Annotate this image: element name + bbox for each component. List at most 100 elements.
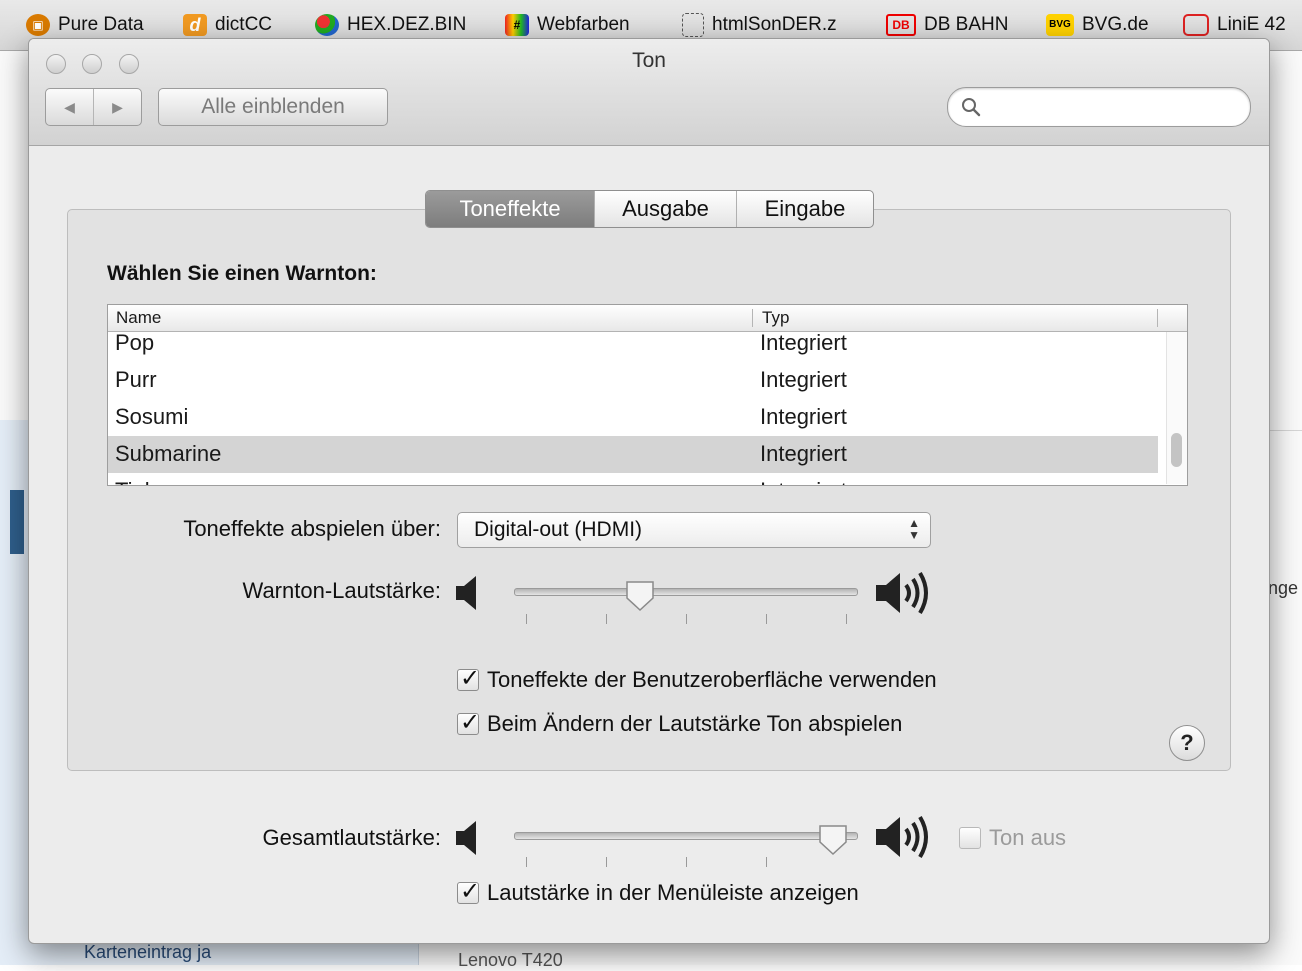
checkbox-box[interactable]: ✓ <box>457 878 480 905</box>
background-text-bottom: Lenovo T420 <box>458 950 563 970</box>
slider-tick <box>526 614 527 624</box>
table-body: Pop Integriert Purr Integriert Sosumi In… <box>108 325 1158 485</box>
output-volume-knob[interactable] <box>818 824 848 856</box>
alert-volume-knob[interactable] <box>625 580 655 612</box>
bookmark-label: Webfarben <box>537 14 630 35</box>
column-separator <box>752 309 753 327</box>
slider-tick <box>606 614 607 624</box>
background-tab <box>10 490 24 554</box>
sound-name: Purr <box>115 367 157 392</box>
output-volume-track[interactable] <box>514 832 858 840</box>
bookmark-pure-data[interactable]: ▣ Pure Data <box>26 10 144 40</box>
playback-device-popup[interactable]: Digital-out (HDMI) ▲ ▼ <box>457 512 931 548</box>
table-row-selected[interactable]: Submarine Integriert <box>108 436 1158 473</box>
bookmark-webfarben[interactable]: # Webfarben <box>505 10 630 40</box>
forward-button[interactable]: ▶ <box>93 89 141 125</box>
pure-data-icon: ▣ <box>26 14 50 36</box>
table-scrollbar[interactable] <box>1166 332 1187 484</box>
slider-tick <box>686 857 687 867</box>
ui-sound-effects-checkbox[interactable]: ✓ Toneffekte der Benutzeroberfläche verw… <box>457 665 937 693</box>
column-header-type[interactable]: Typ <box>762 308 789 328</box>
sound-name: Sosumi <box>115 404 189 429</box>
background-text-left: Karteneintrag ja <box>84 942 212 962</box>
forward-arrow-icon: ▶ <box>112 98 123 115</box>
search-field[interactable] <box>947 87 1251 127</box>
bookmark-label: HEX.DEZ.BIN <box>347 14 467 35</box>
checkbox-label: Beim Ändern der Lautstärke Ton abspielen <box>487 711 903 736</box>
sound-type: Integriert <box>760 478 847 485</box>
column-separator <box>1157 309 1158 327</box>
slider-tick <box>766 857 767 867</box>
sound-type: Integriert <box>760 330 847 355</box>
sound-preferences-window: Ton ◀ ▶ Alle einblenden Toneffekte Ausga… <box>28 38 1270 944</box>
speaker-low-icon <box>456 576 476 610</box>
tab-ausgabe[interactable]: Ausgabe <box>594 191 736 227</box>
checkbox-box[interactable] <box>959 827 981 849</box>
bookmark-label: Pure Data <box>58 14 144 35</box>
bookmark-dictcc[interactable]: d dictCC <box>183 10 272 40</box>
table-row[interactable]: Sosumi Integriert <box>108 399 1158 436</box>
alert-volume-track[interactable] <box>514 588 858 596</box>
slider-tick <box>686 614 687 624</box>
tab-eingabe[interactable]: Eingabe <box>736 191 873 227</box>
slider-tick <box>846 614 847 624</box>
tab-toneffekte[interactable]: Toneffekte <box>426 191 594 227</box>
dictcc-icon: d <box>183 14 207 36</box>
table-row[interactable]: Tink Integriert <box>108 473 1158 485</box>
checkmark-icon: ✓ <box>460 878 481 905</box>
playback-device-value: Digital-out (HDMI) <box>474 518 643 541</box>
hex-icon <box>315 14 339 36</box>
table-row[interactable]: Purr Integriert <box>108 362 1158 399</box>
back-forward-control: ◀ ▶ <box>45 88 142 126</box>
bookmark-label: dictCC <box>215 14 273 35</box>
mute-checkbox[interactable]: Ton aus <box>959 825 1066 851</box>
tab-bar: Toneffekte Ausgabe Eingabe <box>425 190 874 228</box>
back-button[interactable]: ◀ <box>46 89 93 125</box>
sound-type: Integriert <box>760 367 847 392</box>
dotted-box-icon <box>682 13 704 37</box>
checkbox-label: Toneffekte der Benutzeroberfläche verwen… <box>487 667 937 692</box>
bvg-icon: BVG <box>1046 14 1074 36</box>
window-toolbar: Ton ◀ ▶ Alle einblenden <box>29 39 1269 146</box>
checkbox-box[interactable]: ✓ <box>457 709 480 736</box>
sound-type: Integriert <box>760 404 847 429</box>
playback-device-label: Toneffekte abspielen über: <box>183 516 441 541</box>
bookmark-bvg[interactable]: BVG BVG.de <box>1046 10 1149 40</box>
search-input[interactable] <box>988 94 1242 120</box>
alert-volume-label: Warnton-Lautstärke: <box>242 578 442 603</box>
speaker-low-icon <box>456 821 476 855</box>
alert-sound-heading: Wählen Sie einen Warnton: <box>107 262 377 285</box>
bookmark-hex-dez-bin[interactable]: HEX.DEZ.BIN <box>315 10 466 40</box>
bookmark-db-bahn[interactable]: DB DB BAHN <box>886 10 1008 40</box>
scrollbar-thumb[interactable] <box>1171 433 1182 467</box>
bookmark-htmlsonder[interactable]: htmlSonDER.z <box>682 10 837 40</box>
column-header-name[interactable]: Name <box>116 308 161 328</box>
show-all-button[interactable]: Alle einblenden <box>158 88 388 126</box>
bookmark-label: htmlSonDER.z <box>712 14 837 35</box>
checkmark-icon: ✓ <box>460 665 481 692</box>
checkmark-icon: ✓ <box>460 709 481 736</box>
sound-name: Tink <box>115 478 156 485</box>
alert-sound-table[interactable]: Pop Integriert Purr Integriert Sosumi In… <box>107 304 1188 486</box>
table-header: Name Typ <box>108 305 1187 332</box>
sound-name: Pop <box>115 330 155 355</box>
back-arrow-icon: ◀ <box>64 98 75 115</box>
db-icon: DB <box>886 14 916 36</box>
output-volume-label: Gesamtlautstärke: <box>262 825 441 850</box>
slider-tick <box>766 614 767 624</box>
speaker-high-icon <box>876 571 928 615</box>
slider-tick <box>526 857 527 867</box>
checkbox-label: Lautstärke in der Menüleiste anzeigen <box>487 880 859 905</box>
bookmark-label: LiniE 42 <box>1217 14 1286 35</box>
speaker-high-icon <box>876 815 928 859</box>
bookmark-linie-42[interactable]: LiniE 42 <box>1183 10 1286 40</box>
show-volume-in-menubar-checkbox[interactable]: ✓ Lautstärke in der Menüleiste anzeigen <box>457 878 859 906</box>
checkbox-label: Ton aus <box>989 825 1067 850</box>
search-icon <box>962 98 981 117</box>
checkbox-box[interactable]: ✓ <box>457 665 480 692</box>
window-title: Ton <box>632 49 666 72</box>
bookmark-label: BVG.de <box>1082 14 1149 35</box>
volume-feedback-checkbox[interactable]: ✓ Beim Ändern der Lautstärke Ton abspiel… <box>457 709 903 737</box>
popup-arrows-icon: ▲ ▼ <box>908 516 920 542</box>
help-button[interactable]: ? <box>1169 725 1205 761</box>
